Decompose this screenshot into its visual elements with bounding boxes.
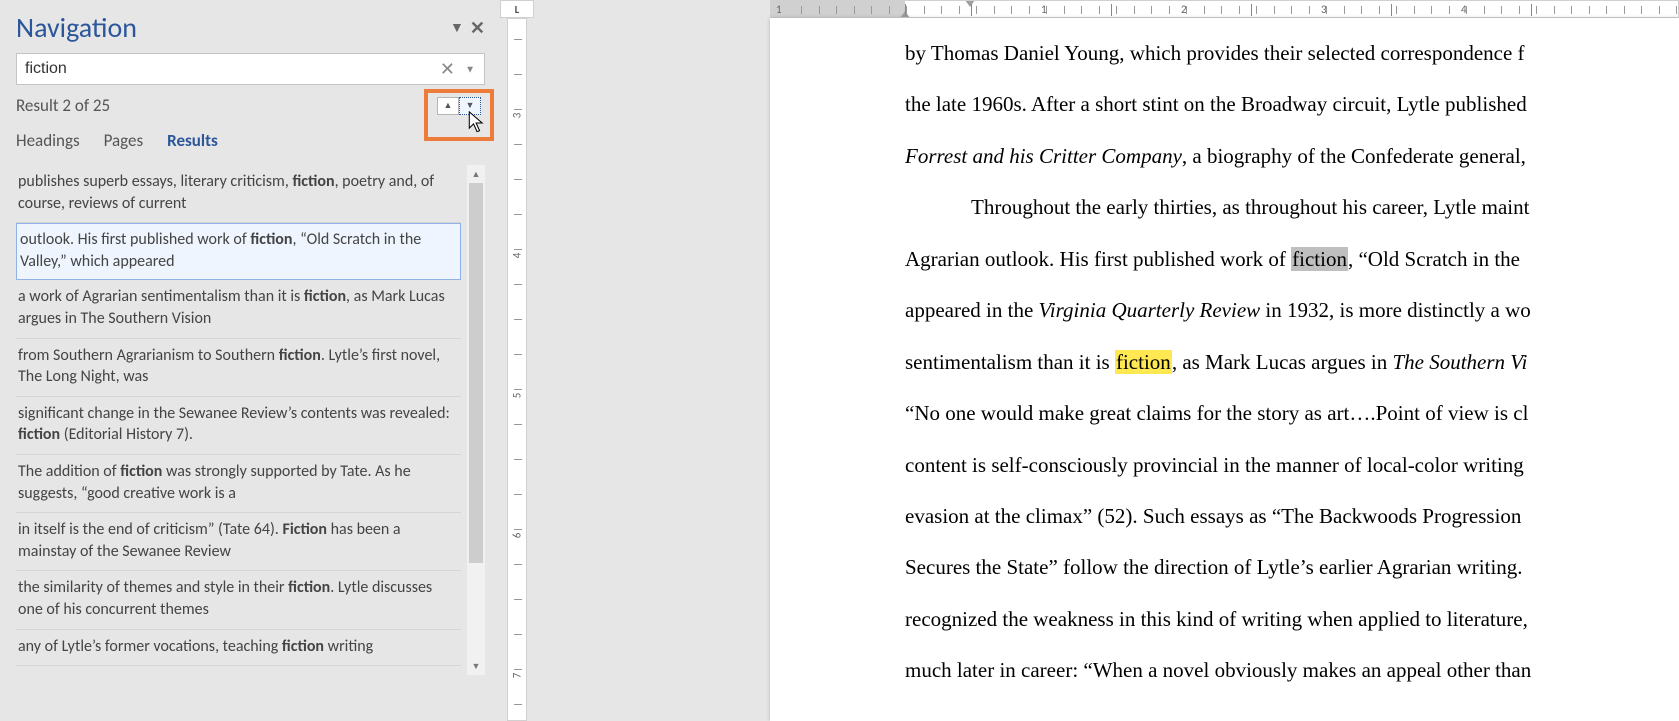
ruler-area: L 34567 bbox=[497, 0, 537, 721]
nav-pane-controls: ▼ ✕ bbox=[450, 17, 485, 39]
search-result-item[interactable]: outlook. His first published work of fic… bbox=[16, 223, 461, 280]
scroll-down-icon[interactable]: ▼ bbox=[467, 657, 485, 675]
search-row: ✕ ▼ bbox=[16, 53, 485, 85]
document-page[interactable]: by Thomas Daniel Young, which provides t… bbox=[770, 18, 1679, 721]
search-result-item[interactable]: significant change in the Sewanee Review… bbox=[16, 397, 461, 455]
result-count-label: Result 2 of 25 bbox=[16, 95, 110, 116]
nav-title-row: Navigation ▼ ✕ bbox=[16, 10, 485, 45]
pane-options-dropdown-icon[interactable]: ▼ bbox=[450, 19, 464, 36]
next-result-button[interactable]: ▼ bbox=[459, 97, 481, 115]
close-pane-icon[interactable]: ✕ bbox=[470, 17, 485, 39]
results-list-wrap: publishes superb essays, literary critic… bbox=[16, 165, 485, 675]
results-list: publishes superb essays, literary critic… bbox=[16, 165, 461, 675]
search-result-item[interactable]: any of Lytle’s former vocations, teachin… bbox=[16, 630, 461, 667]
horizontal-ruler[interactable]: 11234 bbox=[770, 0, 1679, 18]
tab-pages[interactable]: Pages bbox=[104, 130, 144, 151]
tab-results[interactable]: Results bbox=[167, 130, 218, 151]
result-nav-arrows: ▲ ▼ bbox=[437, 97, 481, 115]
result-count-row: Result 2 of 25 ▲ ▼ bbox=[16, 95, 485, 116]
search-result-item[interactable]: the similarity of themes and style in th… bbox=[16, 571, 461, 629]
tab-headings[interactable]: Headings bbox=[16, 130, 80, 151]
navigation-pane: Navigation ▼ ✕ ✕ ▼ Result 2 of 25 ▲ ▼ He… bbox=[0, 0, 497, 721]
scroll-up-icon[interactable]: ▲ bbox=[467, 165, 485, 183]
previous-result-button[interactable]: ▲ bbox=[437, 97, 459, 115]
results-scrollbar[interactable]: ▲ ▼ bbox=[467, 165, 485, 675]
nav-title: Navigation bbox=[16, 10, 137, 45]
search-input[interactable] bbox=[16, 53, 485, 85]
scroll-thumb[interactable] bbox=[469, 183, 483, 563]
vertical-ruler[interactable]: 34567 bbox=[507, 18, 527, 721]
search-result-item[interactable]: from Southern Agrarianism to Southern fi… bbox=[16, 339, 461, 397]
tab-selector[interactable]: L bbox=[500, 0, 534, 18]
search-result-item[interactable]: a work of Agrarian sentimentalism than i… bbox=[16, 280, 461, 338]
hruler-margin bbox=[771, 1, 905, 17]
page-content[interactable]: by Thomas Daniel Young, which provides t… bbox=[905, 28, 1665, 697]
search-result-item[interactable]: The addition of fiction was strongly sup… bbox=[16, 455, 461, 513]
search-options-dropdown-icon[interactable]: ▼ bbox=[465, 63, 475, 76]
search-result-item[interactable]: publishes superb essays, literary critic… bbox=[16, 165, 461, 223]
search-result-item[interactable]: in itself is the end of criticism” (Tate… bbox=[16, 513, 461, 571]
nav-tabs: Headings Pages Results bbox=[16, 130, 485, 151]
clear-search-icon[interactable]: ✕ bbox=[440, 58, 455, 80]
first-line-indent-marker[interactable] bbox=[965, 0, 975, 7]
